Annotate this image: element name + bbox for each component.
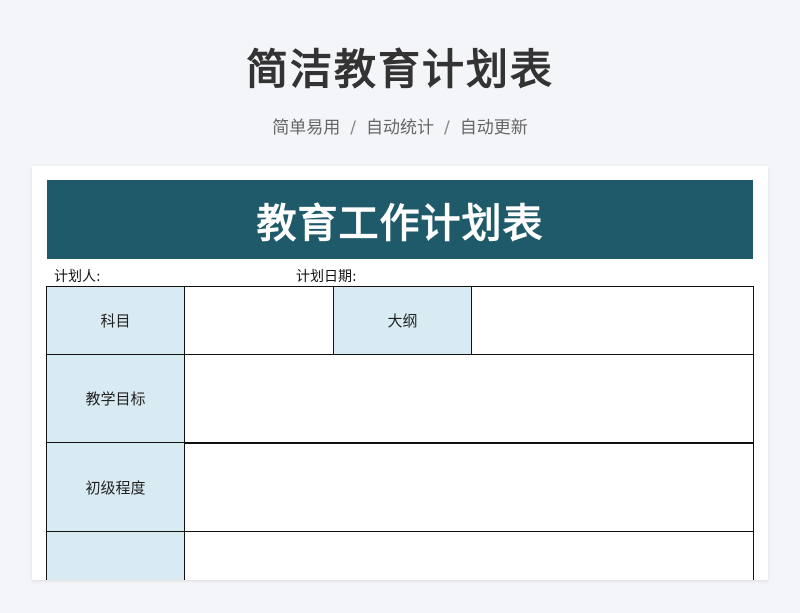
plan-sheet-card: 教育工作计划表 计划人: 计划日期: 科目 大纲 教学目标 初级程度 <box>32 166 768 580</box>
feature-tagline: 简单易用 / 自动统计 / 自动更新 <box>0 113 800 138</box>
plan-date-label: 计划日期: <box>296 269 357 285</box>
objective-label-cell: 教学目标 <box>46 353 185 444</box>
planner-label: 计划人: <box>54 269 101 285</box>
sheet-title-banner: 教育工作计划表 <box>47 180 753 259</box>
subject-value-cell[interactable] <box>183 286 335 355</box>
next-value-cell[interactable] <box>183 530 754 580</box>
page-title: 简洁教育计划表 <box>245 45 554 94</box>
separator: / <box>444 118 450 138</box>
next-label-cell <box>46 530 185 580</box>
subject-label-cell: 科目 <box>46 286 185 355</box>
plan-table: 科目 大纲 教学目标 初级程度 <box>46 286 754 580</box>
outline-label-cell: 大纲 <box>333 286 472 355</box>
feature-auto-stats: 自动统计 <box>366 118 434 138</box>
objective-value-cell[interactable] <box>183 353 754 444</box>
outline-value-cell[interactable] <box>470 286 754 355</box>
feature-auto-update: 自动更新 <box>459 118 528 138</box>
level-value-cell[interactable] <box>183 442 754 532</box>
separator: / <box>350 118 356 138</box>
feature-easy: 简单易用 <box>272 118 341 138</box>
level-label-cell: 初级程度 <box>46 442 185 532</box>
